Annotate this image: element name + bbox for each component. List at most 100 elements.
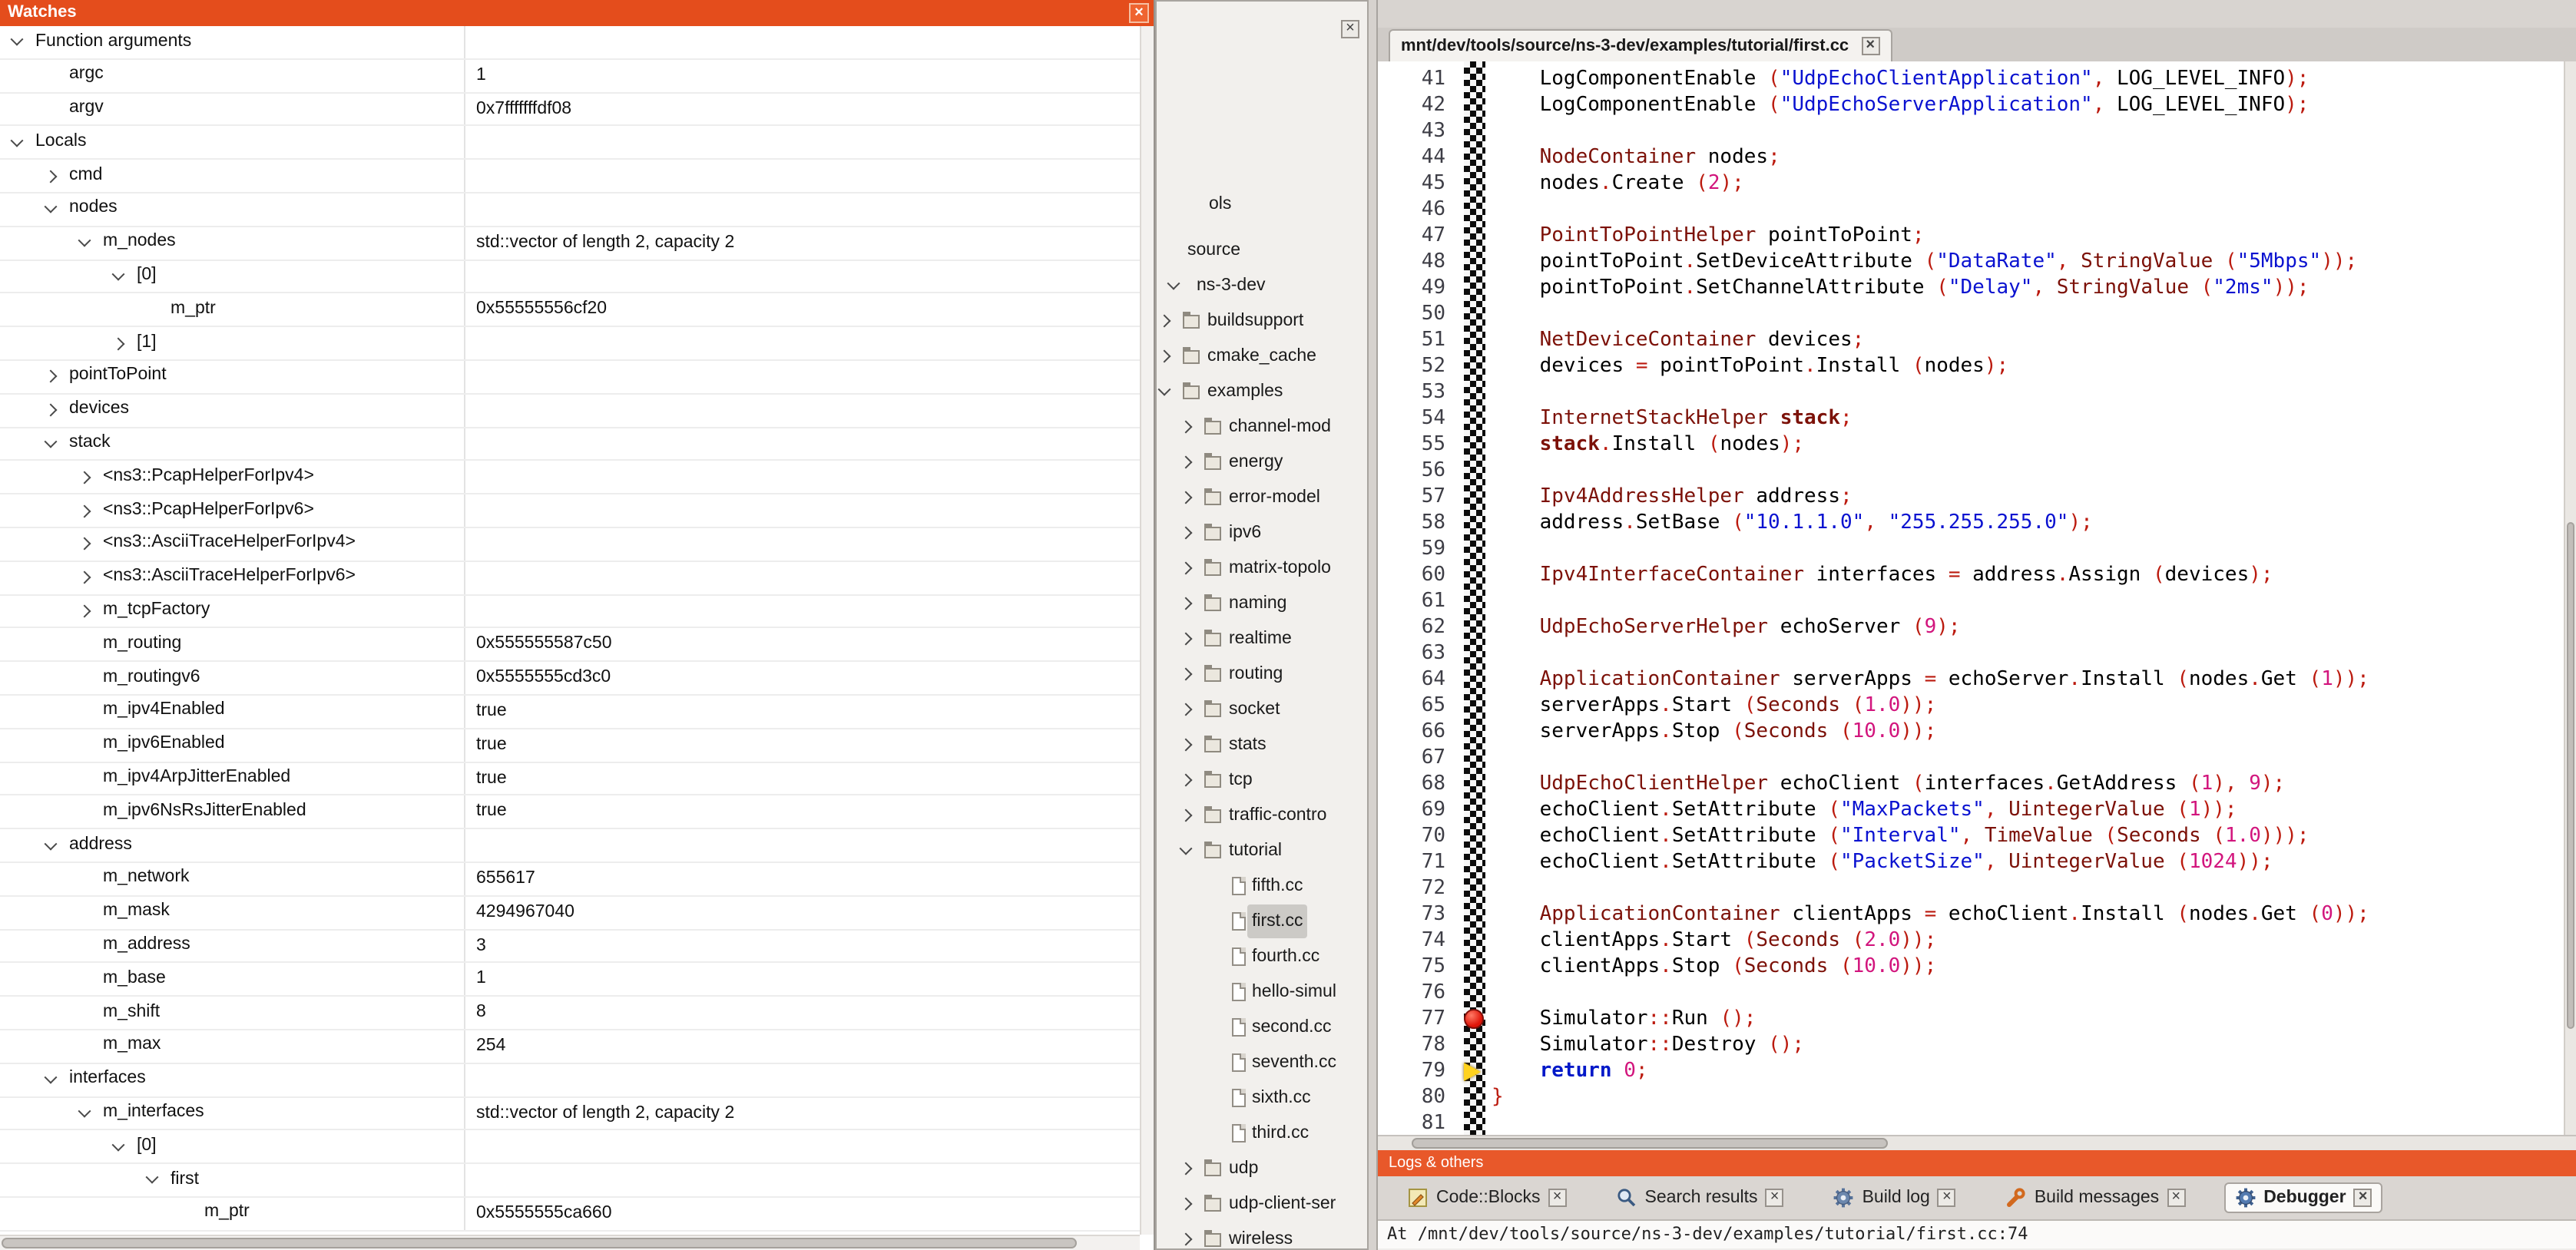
code-line[interactable]: 73 ApplicationContainer clientApps = ech… [1378, 901, 2561, 928]
breakpoint-margin-cell[interactable] [1461, 484, 1492, 510]
expand-icon[interactable] [1180, 527, 1193, 540]
code-line[interactable]: 44 NodeContainer nodes; [1378, 144, 2561, 170]
code-line[interactable]: 57 Ipv4AddressHelper address; [1378, 484, 2561, 510]
code-area[interactable]: 41 LogComponentEnable ("UdpEchoClientApp… [1378, 61, 2576, 1135]
code-line[interactable]: 58 address.SetBase ("10.1.1.0", "255.255… [1378, 510, 2561, 536]
code-line[interactable]: 59 [1378, 536, 2561, 562]
breakpoint-margin-cell[interactable] [1461, 92, 1492, 118]
code-line[interactable]: 52 devices = pointToPoint.Install (nodes… [1378, 353, 2561, 379]
code-line[interactable]: 49 pointToPoint.SetChannelAttribute ("De… [1378, 275, 2561, 301]
tree-item[interactable]: ns-3-dev [1157, 269, 1367, 303]
tree-item[interactable]: error-model [1157, 481, 1367, 514]
code-line[interactable]: 47 PointToPointHelper pointToPoint; [1378, 223, 2561, 249]
code-line[interactable]: 53 [1378, 379, 2561, 405]
watch-row[interactable]: m_routingv60x5555555cd3c0 [0, 662, 1140, 696]
watch-row[interactable]: first [0, 1164, 1140, 1198]
code-line[interactable]: 71 echoClient.SetAttribute ("PacketSize"… [1378, 849, 2561, 875]
collapse-icon[interactable] [45, 200, 58, 213]
editor-horizontal-scrollbar[interactable] [1378, 1135, 2576, 1150]
collapse-icon[interactable] [1180, 842, 1193, 855]
code-line[interactable]: 61 [1378, 588, 2561, 614]
watch-row[interactable]: Function arguments [0, 26, 1140, 60]
tree-item[interactable]: second.cc [1157, 1010, 1367, 1044]
watch-row[interactable]: m_ipv6NsRsJitterEnabledtrue [0, 796, 1140, 830]
watch-row[interactable]: m_mask4294967040 [0, 896, 1140, 930]
expand-icon[interactable] [1180, 739, 1193, 752]
tree-item[interactable]: traffic-contro [1157, 799, 1367, 832]
tree-item[interactable]: tcp [1157, 763, 1367, 797]
code-line[interactable]: 81 [1378, 1110, 2561, 1135]
logs-tab-debugger[interactable]: Debugger× [2223, 1182, 2382, 1213]
breakpoint-margin-cell[interactable] [1461, 614, 1492, 640]
code-line[interactable]: 62 UdpEchoServerHelper echoServer (9); [1378, 614, 2561, 640]
code-line[interactable]: 75 clientApps.Stop (Seconds (10.0)); [1378, 954, 2561, 980]
watch-row[interactable]: cmd [0, 160, 1140, 193]
expand-icon[interactable] [78, 604, 91, 617]
breakpoint-margin-cell[interactable] [1461, 928, 1492, 954]
tree-item[interactable]: matrix-topolo [1157, 551, 1367, 585]
expand-icon[interactable] [112, 337, 125, 350]
scrollbar-thumb[interactable] [1412, 1138, 1888, 1149]
collapse-icon[interactable] [78, 234, 91, 247]
breakpoint-margin-cell[interactable] [1461, 954, 1492, 980]
breakpoint-margin-cell[interactable] [1461, 197, 1492, 223]
breakpoint-margin-cell[interactable] [1461, 693, 1492, 719]
code-line[interactable]: 48 pointToPoint.SetDeviceAttribute ("Dat… [1378, 249, 2561, 275]
breakpoint-margin-cell[interactable] [1461, 432, 1492, 458]
code-line[interactable]: 46 [1378, 197, 2561, 223]
watch-row[interactable]: m_max254 [0, 1030, 1140, 1064]
expand-icon[interactable] [1180, 1198, 1193, 1211]
watch-row[interactable]: [0] [0, 260, 1140, 294]
expand-icon[interactable] [78, 537, 91, 551]
breakpoint-margin-cell[interactable] [1461, 66, 1492, 92]
watch-row[interactable]: <ns3::PcapHelperForIpv6> [0, 494, 1140, 528]
breakpoint-margin-cell[interactable] [1461, 170, 1492, 197]
tree-item[interactable]: third.cc [1157, 1116, 1367, 1150]
breakpoint-margin-cell[interactable] [1461, 745, 1492, 771]
breakpoint-margin-cell[interactable] [1461, 823, 1492, 849]
expand-icon[interactable] [78, 504, 91, 518]
tree-item[interactable]: socket [1157, 693, 1367, 726]
close-icon[interactable]: × [1938, 1189, 1956, 1207]
watches-horizontal-scrollbar[interactable] [0, 1235, 1140, 1250]
expand-icon[interactable] [1180, 597, 1193, 610]
code-line[interactable]: 41 LogComponentEnable ("UdpEchoClientApp… [1378, 66, 2561, 92]
expand-icon[interactable] [1180, 1162, 1193, 1176]
code-line[interactable]: 54 InternetStackHelper stack; [1378, 405, 2561, 432]
breakpoint-margin-cell[interactable] [1461, 1032, 1492, 1058]
code-line[interactable]: 78 Simulator::Destroy (); [1378, 1032, 2561, 1058]
close-icon[interactable]: × [1861, 37, 1879, 55]
code-line[interactable]: 80} [1378, 1084, 2561, 1110]
expand-icon[interactable] [1180, 491, 1193, 504]
expand-icon[interactable] [45, 170, 58, 183]
collapse-icon[interactable] [146, 1172, 159, 1185]
code-line[interactable]: 72 [1378, 875, 2561, 901]
expand-icon[interactable] [78, 571, 91, 584]
tree-item[interactable]: udp [1157, 1152, 1367, 1186]
editor-vertical-scrollbar[interactable] [2564, 61, 2576, 1135]
scrollbar-thumb[interactable] [2567, 522, 2574, 1029]
close-icon[interactable]: × [1548, 1189, 1567, 1207]
tree-item[interactable]: stats [1157, 728, 1367, 762]
tree-item[interactable]: hello-simul [1157, 975, 1367, 1009]
tree-item[interactable]: routing [1157, 657, 1367, 691]
collapse-icon[interactable] [45, 1071, 58, 1084]
close-icon[interactable]: × [1766, 1189, 1784, 1207]
breakpoint-margin-cell[interactable] [1461, 875, 1492, 901]
tree-item[interactable]: tutorial [1157, 834, 1367, 868]
breakpoint-margin-cell[interactable] [1461, 275, 1492, 301]
code-line[interactable]: 74 clientApps.Start (Seconds (2.0)); [1378, 928, 2561, 954]
watch-row[interactable]: devices [0, 395, 1140, 428]
code-line[interactable]: 65 serverApps.Start (Seconds (1.0)); [1378, 693, 2561, 719]
watch-row[interactable]: m_ptr0x55555556cf20 [0, 294, 1140, 328]
tree-item[interactable]: fifth.cc [1157, 869, 1367, 903]
breakpoint-margin-cell[interactable] [1461, 849, 1492, 875]
code-line[interactable]: 68 UdpEchoClientHelper echoClient (inter… [1378, 771, 2561, 797]
breakpoint-margin-cell[interactable] [1461, 640, 1492, 666]
watch-row[interactable]: m_shift8 [0, 997, 1140, 1030]
breakpoint-margin-cell[interactable] [1461, 118, 1492, 144]
tree-item[interactable]: buildsupport [1157, 304, 1367, 338]
code-line[interactable]: 70 echoClient.SetAttribute ("Interval", … [1378, 823, 2561, 849]
expand-icon[interactable] [1158, 350, 1171, 363]
code-line[interactable]: 51 NetDeviceContainer devices; [1378, 327, 2561, 353]
